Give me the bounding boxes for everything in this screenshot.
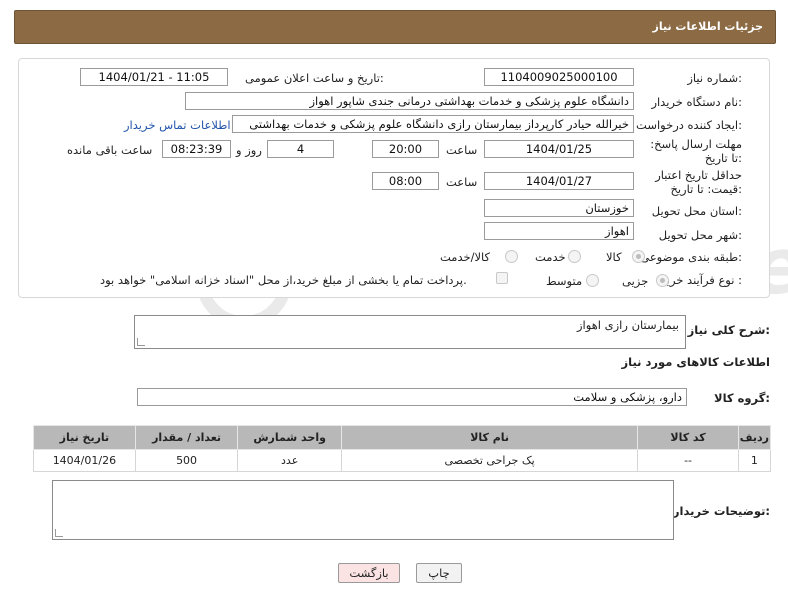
treasury-payment-checkbox[interactable] [496, 272, 508, 284]
price-validity-label: حداقل تاریخ اعتبار قیمت: تا تاریخ: [655, 168, 742, 196]
process-radio-minor[interactable] [656, 274, 669, 287]
col-item-name: نام کالا [340, 425, 639, 450]
goods-table-header: ردیف کد کالا نام کالا واحد شمارش تعداد /… [33, 425, 772, 450]
cell-unit: عدد [237, 449, 342, 472]
page-header: جزئیات اطلاعات نیاز [14, 10, 776, 44]
days-field: 4 [267, 140, 334, 158]
reply-date-field: 1404/01/25 [484, 140, 634, 158]
goods-group-field: دارو، پزشکی و سلامت [137, 388, 687, 406]
category-option-goods: کالا [606, 250, 622, 264]
cell-item-name: پک جراحی تخصصی [340, 449, 639, 472]
buyer-contact-link[interactable]: اطلاعات تماس خریدار [124, 118, 231, 132]
buyer-org-field: دانشگاه علوم پزشکی و خدمات بهداشتی درمان… [185, 92, 634, 110]
category-option-service: خدمت [535, 250, 566, 264]
goods-group-label: گروه کالا: [714, 391, 770, 405]
cell-quantity: 500 [134, 449, 239, 472]
need-number-field: 1104009025000100 [484, 68, 634, 86]
print-button[interactable]: چاپ [416, 563, 462, 583]
col-need-date: تاریخ نیاز [33, 425, 136, 450]
buyer-notes-label: توضیحات خریدار: [672, 504, 770, 518]
process-option-minor: جزیی [622, 274, 649, 288]
process-label: نوع فرآیند خرید : [660, 273, 742, 287]
reply-time-field: 20:00 [372, 140, 439, 158]
buyer-notes-textarea[interactable] [52, 480, 674, 540]
summary-text: بیمارستان رازی اهواز [577, 318, 679, 332]
price-time-field: 08:00 [372, 172, 439, 190]
process-option-medium: متوسط [546, 274, 583, 288]
goods-table: ردیف کد کالا نام کالا واحد شمارش تعداد /… [33, 425, 772, 472]
category-radio-both[interactable] [505, 250, 518, 263]
creator-label: ایجاد کننده درخواست: [636, 118, 742, 132]
col-quantity: تعداد / مقدار [134, 425, 239, 450]
summary-textarea[interactable]: بیمارستان رازی اهواز [134, 315, 686, 349]
reply-time-label: ساعت [446, 143, 478, 157]
announce-field: 1404/01/21 - 11:05 [80, 68, 228, 86]
reply-deadline-label: مهلت ارسال پاسخ: تا تاریخ: [650, 137, 742, 165]
goods-section-title: اطلاعات کالاهای مورد نیاز [621, 355, 770, 369]
category-radio-service[interactable] [568, 250, 581, 263]
category-option-both: کالا/خدمت [440, 250, 491, 264]
city-field: اهواز [484, 222, 634, 240]
province-field: خوزستان [484, 199, 634, 217]
col-unit: واحد شمارش [237, 425, 342, 450]
price-date-field: 1404/01/27 [484, 172, 634, 190]
page-title: جزئیات اطلاعات نیاز [652, 20, 764, 33]
need-number-label: شماره نیاز: [687, 71, 742, 85]
category-radio-goods[interactable] [632, 250, 645, 263]
cell-item-code: -- [637, 449, 739, 472]
buyer-org-label: نام دستگاه خریدار: [651, 95, 742, 109]
days-label: روز و [236, 143, 262, 157]
creator-field: خیرالله حیادر کارپرداز بیمارستان رازی دا… [232, 115, 634, 133]
cell-row-number: 1 [737, 449, 772, 472]
process-radio-medium[interactable] [586, 274, 599, 287]
price-time-label: ساعت [446, 175, 478, 189]
summary-label: شرح کلی نیاز: [687, 323, 770, 337]
category-label: طبقه بندی موضوعی: [640, 250, 742, 264]
cell-need-date: 1404/01/26 [33, 449, 136, 472]
remaining-time-field: 08:23:39 [162, 140, 231, 158]
back-button[interactable]: بازگشت [338, 563, 400, 583]
province-label: استان محل تحویل: [651, 204, 742, 218]
table-row: 1 -- پک جراحی تخصصی عدد 500 1404/01/26 [33, 449, 772, 472]
remaining-label: ساعت باقی مانده [67, 143, 153, 157]
col-row-number: ردیف [737, 425, 772, 450]
announce-label: تاریخ و ساعت اعلان عمومی: [245, 71, 384, 85]
col-item-code: کد کالا [637, 425, 739, 450]
payment-note: پرداخت تمام یا بخشی از مبلغ خرید،از محل … [100, 273, 467, 287]
city-label: شهر محل تحویل: [658, 228, 742, 242]
